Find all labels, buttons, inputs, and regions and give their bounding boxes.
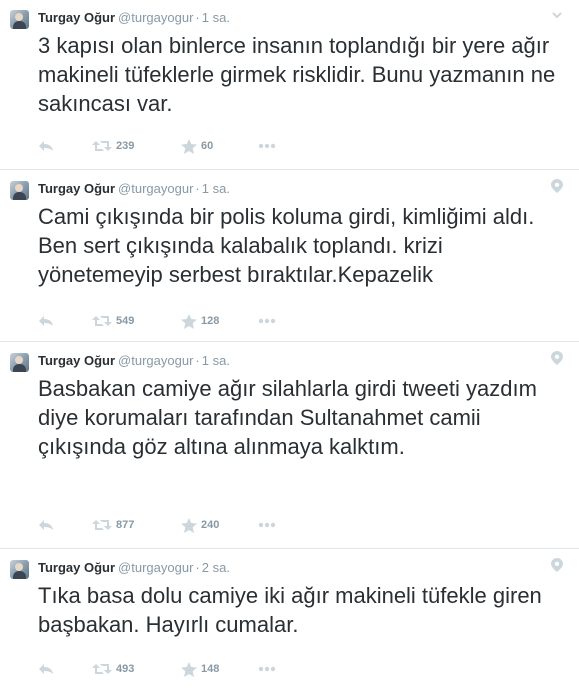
author-name[interactable]: Turgay Oğur xyxy=(38,10,115,25)
author-handle[interactable]: @turgayogur xyxy=(118,353,193,368)
favorite-count: 240 xyxy=(201,519,220,531)
avatar[interactable] xyxy=(10,353,29,372)
separator-dot: · xyxy=(195,181,200,196)
reply-button[interactable] xyxy=(38,660,54,678)
retweet-icon xyxy=(92,520,112,530)
separator-dot: · xyxy=(195,353,200,368)
tweet-header: Turgay Oğur @turgayogur · 1 sa. xyxy=(38,180,230,198)
avatar[interactable] xyxy=(10,560,29,579)
retweet-count: 493 xyxy=(116,663,135,675)
avatar[interactable] xyxy=(10,181,29,200)
location-pin-icon[interactable] xyxy=(551,558,563,572)
reply-icon xyxy=(39,664,53,674)
author-name[interactable]: Turgay Oğur xyxy=(38,353,115,368)
tweet-header: Turgay Oğur @turgayogur · 1 sa. xyxy=(38,352,230,370)
more-dots-icon xyxy=(258,143,276,149)
tweet-text: Cami çıkışında bir polis koluma girdi, k… xyxy=(38,204,535,287)
tweet-text: Tıka basa dolu camiye iki ağır makineli … xyxy=(38,583,542,637)
reply-icon xyxy=(39,520,53,530)
retweet-button[interactable]: 493 xyxy=(92,660,134,678)
reply-button[interactable] xyxy=(38,516,54,534)
reply-icon xyxy=(39,141,53,151)
more-button[interactable] xyxy=(258,312,276,330)
retweet-count: 877 xyxy=(116,519,135,531)
retweet-count: 549 xyxy=(116,315,135,327)
location-pin-icon[interactable] xyxy=(551,351,563,365)
tweet-header: Turgay Oğur @turgayogur · 1 sa. xyxy=(38,9,230,27)
retweet-count: 239 xyxy=(116,140,135,152)
tweet[interactable]: Turgay Oğur @turgayogur · 1 sa. Basbakan ca… xyxy=(0,343,579,549)
chevron-down-icon[interactable] xyxy=(551,9,563,21)
retweet-button[interactable]: 549 xyxy=(92,312,134,330)
tweet[interactable]: Turgay Oğur @turgayogur · 2 sa. Tıka basa d… xyxy=(0,550,579,692)
favorite-button[interactable]: 148 xyxy=(181,660,219,678)
author-handle[interactable]: @turgayogur xyxy=(118,10,193,25)
author-name[interactable]: Turgay Oğur xyxy=(38,181,115,196)
retweet-icon xyxy=(92,316,112,326)
more-dots-icon xyxy=(258,318,276,324)
tweet-timestamp[interactable]: 1 sa. xyxy=(202,10,230,25)
retweet-icon xyxy=(92,664,112,674)
star-icon xyxy=(181,517,197,533)
more-dots-icon xyxy=(258,522,276,528)
author-handle[interactable]: @turgayogur xyxy=(118,181,193,196)
favorite-button[interactable]: 60 xyxy=(181,137,213,155)
tweet[interactable]: Turgay Oğur @turgayogur · 1 sa. Cami çıkışı… xyxy=(0,171,579,342)
star-icon xyxy=(181,661,197,677)
favorite-count: 128 xyxy=(201,315,220,327)
author-handle[interactable]: @turgayogur xyxy=(118,560,193,575)
more-dots-icon xyxy=(258,666,276,672)
separator-dot: · xyxy=(195,560,200,575)
tweet[interactable]: Turgay Oğur @turgayogur · 1 sa. 3 kapısı ol… xyxy=(0,0,579,170)
tweet-timestamp[interactable]: 1 sa. xyxy=(202,181,230,196)
reply-button[interactable] xyxy=(38,137,54,155)
tweet-text: 3 kapısı olan binlerce insanın toplandığ… xyxy=(38,33,556,116)
reply-button[interactable] xyxy=(38,312,54,330)
avatar[interactable] xyxy=(10,10,29,29)
separator-dot: · xyxy=(195,10,200,25)
star-icon xyxy=(181,138,197,154)
favorite-count: 148 xyxy=(201,663,220,675)
retweet-button[interactable]: 239 xyxy=(92,137,134,155)
more-button[interactable] xyxy=(258,137,276,155)
tweet-header: Turgay Oğur @turgayogur · 2 sa. xyxy=(38,559,230,577)
tweet-text: Basbakan camiye ağır silahlarla girdi tw… xyxy=(38,376,537,459)
retweet-icon xyxy=(92,141,112,151)
tweet-timestamp[interactable]: 1 sa. xyxy=(202,353,230,368)
favorite-count: 60 xyxy=(201,140,214,152)
reply-icon xyxy=(39,316,53,326)
favorite-button[interactable]: 240 xyxy=(181,516,219,534)
location-pin-icon[interactable] xyxy=(551,179,563,193)
more-button[interactable] xyxy=(258,660,276,678)
retweet-button[interactable]: 877 xyxy=(92,516,134,534)
favorite-button[interactable]: 128 xyxy=(181,312,219,330)
author-name[interactable]: Turgay Oğur xyxy=(38,560,115,575)
star-icon xyxy=(181,313,197,329)
tweet-timestamp[interactable]: 2 sa. xyxy=(202,560,230,575)
more-button[interactable] xyxy=(258,516,276,534)
